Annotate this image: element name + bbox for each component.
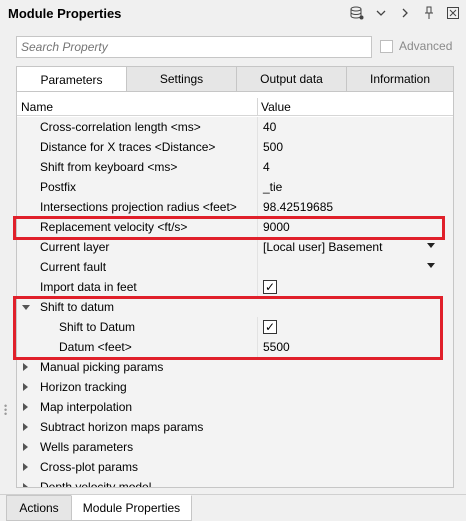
property-row[interactable]: Cross-correlation length <ms> 40 (17, 117, 453, 137)
current-layer-select[interactable]: [Local user] Basement (263, 240, 382, 254)
expand-arrow-icon[interactable] (23, 423, 28, 431)
column-separator (257, 237, 258, 257)
group-row[interactable]: Horizon tracking (17, 377, 453, 397)
column-separator[interactable] (257, 98, 258, 116)
advanced-checkbox[interactable]: Advanced (380, 39, 452, 53)
dropdown-arrow-icon[interactable] (427, 243, 435, 248)
column-header-name[interactable]: Name (21, 100, 53, 114)
group-row[interactable]: Depth velocity model (17, 477, 453, 488)
group-row[interactable]: Manual picking params (17, 357, 453, 377)
panel-title: Module Properties (8, 6, 122, 21)
column-separator (257, 137, 258, 157)
column-separator (257, 117, 258, 137)
tab-settings[interactable]: Settings (126, 66, 237, 92)
group-name: Horizon tracking (40, 380, 127, 394)
group-row[interactable]: Wells parameters (17, 437, 453, 457)
property-row[interactable]: Shift from keyboard <ms> 4 (17, 157, 453, 177)
property-row-datum[interactable]: Datum <feet> 5500 (17, 337, 453, 357)
property-value[interactable]: 40 (263, 120, 276, 134)
property-name: Import data in feet (40, 280, 137, 294)
property-value[interactable]: 4 (263, 160, 270, 174)
shift-to-datum-checkbox[interactable]: ✓ (263, 320, 277, 334)
group-row[interactable]: Subtract horizon maps params (17, 417, 453, 437)
property-value[interactable]: 9000 (263, 220, 290, 234)
grid-header: Name Value (17, 98, 453, 116)
dropdown-arrow-icon[interactable] (427, 263, 435, 268)
column-separator (257, 317, 258, 337)
column-separator (257, 217, 258, 237)
property-row-current-layer[interactable]: Current layer [Local user] Basement (17, 237, 453, 257)
bottom-tab-actions[interactable]: Actions (6, 495, 72, 521)
property-name: Datum <feet> (59, 340, 132, 354)
group-name: Depth velocity model (40, 480, 152, 488)
group-name: Subtract horizon maps params (40, 420, 204, 434)
group-row[interactable]: Cross-plot params (17, 457, 453, 477)
property-value[interactable]: _tie (263, 180, 282, 194)
column-separator (257, 257, 258, 277)
group-name: Cross-plot params (40, 460, 139, 474)
property-name: Shift from keyboard <ms> (40, 160, 178, 174)
advanced-checkbox-box[interactable] (380, 39, 393, 53)
group-row[interactable]: Map interpolation (17, 397, 453, 417)
panel-titlebar: Module Properties (0, 0, 466, 28)
bottom-tab-module-properties[interactable]: Module Properties (71, 495, 192, 521)
group-name: Wells parameters (40, 440, 134, 454)
column-separator (257, 197, 258, 217)
expand-arrow-icon[interactable] (23, 443, 28, 451)
column-separator (257, 177, 258, 197)
property-value[interactable]: 5500 (263, 340, 290, 354)
tab-output-data[interactable]: Output data (236, 66, 347, 92)
property-name: Shift to Datum (59, 320, 136, 334)
tab-parameters[interactable]: Parameters (16, 66, 127, 94)
bottom-tab-bar: Actions Module Properties (0, 494, 466, 521)
property-value[interactable]: 500 (263, 140, 283, 154)
titlebar-icons (350, 5, 460, 21)
property-row-replacement-velocity[interactable]: Replacement velocity <ft/s> 9000 (17, 217, 453, 237)
expand-arrow-icon[interactable] (23, 383, 28, 391)
column-separator (257, 157, 258, 177)
expand-arrow-icon[interactable] (22, 305, 30, 310)
property-name: Current fault (40, 260, 107, 274)
close-icon[interactable] (446, 5, 460, 21)
group-name: Shift to datum (40, 300, 115, 314)
property-row-shift-to-datum[interactable]: Shift to Datum ✓ (17, 317, 453, 337)
splitter-handle[interactable]: • • • (4, 402, 8, 419)
group-name: Map interpolation (40, 400, 133, 414)
column-separator (257, 277, 258, 297)
property-name: Cross-correlation length <ms> (40, 120, 201, 134)
property-row-import-feet[interactable]: Import data in feet ✓ (17, 277, 453, 297)
chevron-right-icon[interactable] (398, 5, 412, 21)
column-separator (257, 337, 258, 357)
property-row[interactable]: Intersections projection radius <feet> 9… (17, 197, 453, 217)
property-name: Intersections projection radius <feet> (40, 200, 237, 214)
property-grid: Name Value Cross-correlation length <ms>… (16, 91, 454, 488)
import-feet-checkbox[interactable]: ✓ (263, 280, 277, 294)
property-row[interactable]: Distance for X traces <Distance> 500 (17, 137, 453, 157)
expand-arrow-icon[interactable] (23, 363, 28, 371)
property-row[interactable]: Postfix _tie (17, 177, 453, 197)
property-name: Replacement velocity <ft/s> (40, 220, 188, 234)
expand-arrow-icon[interactable] (23, 463, 28, 471)
tab-information[interactable]: Information (346, 66, 454, 92)
expand-arrow-icon[interactable] (23, 483, 28, 487)
property-name: Postfix (40, 180, 77, 194)
tab-bar: Parameters Settings Output data Informat… (16, 66, 454, 94)
property-name: Distance for X traces <Distance> (40, 140, 216, 154)
database-icon[interactable] (350, 5, 364, 21)
advanced-label: Advanced (399, 39, 453, 53)
search-input[interactable] (16, 36, 372, 58)
chevron-down-icon[interactable] (374, 5, 388, 21)
expand-arrow-icon[interactable] (23, 403, 28, 411)
group-name: Manual picking params (40, 360, 164, 374)
property-row-current-fault[interactable]: Current fault (17, 257, 453, 277)
column-header-value[interactable]: Value (261, 100, 291, 114)
property-value[interactable]: 98.42519685 (263, 200, 333, 214)
group-row-shift-to-datum[interactable]: Shift to datum (17, 297, 453, 317)
property-name: Current layer (40, 240, 110, 254)
pin-icon[interactable] (422, 5, 436, 21)
